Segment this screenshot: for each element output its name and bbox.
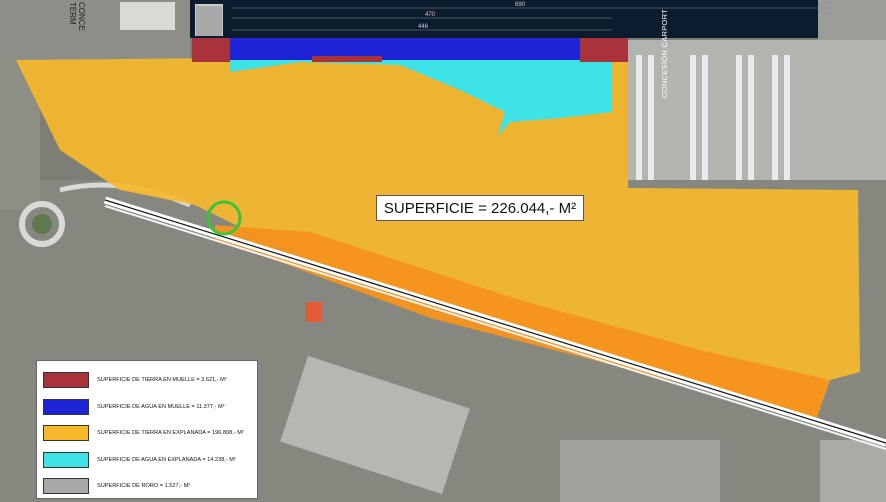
legend-row: SUPERFICIE DE AGUA EN MUELLE = 11.377,- … xyxy=(43,394,251,421)
legend-row: SUPERFICIE DE AGUA EN EXPLANADA = 14.238… xyxy=(43,447,251,474)
land-dock-right xyxy=(580,38,628,62)
lower-right-lot xyxy=(820,440,886,502)
water-dock-area xyxy=(230,38,580,60)
legend-swatch-land-esplanade xyxy=(43,425,89,442)
quay-right xyxy=(818,0,886,40)
legend-swatch-water-esplanade xyxy=(43,451,89,468)
surface-total-callout: SUPERFICIE = 226.044,- M² xyxy=(376,195,584,221)
terminal-label: CONCE TERM xyxy=(68,2,86,31)
dimension-470: 470 xyxy=(425,12,436,18)
land-dock-left xyxy=(192,38,230,62)
legend-label: SUPERFICIE DE TIERRA EN MUELLE = 3.621,-… xyxy=(97,377,227,384)
legend-swatch-land-dock xyxy=(43,372,89,389)
aerial-map: 690 470 446 CONCESIÓN CARPORT CONCE TERM… xyxy=(0,0,886,502)
roundabout-left-center xyxy=(32,214,52,234)
legend-label: SUPERFICIE DE RORO = 1.527,- M² xyxy=(97,483,191,490)
legend-label: SUPERFICIE DE TIERRA EN EXPLANADA = 196.… xyxy=(97,430,244,437)
sea-area xyxy=(190,0,830,38)
legend-swatch-roro xyxy=(43,478,89,495)
legend-row: SUPERFICIE DE TIERRA EN EXPLANADA = 196.… xyxy=(43,420,251,447)
legend-swatch-water-dock xyxy=(43,398,89,415)
dimension-446: 446 xyxy=(418,24,429,30)
small-red-marker xyxy=(306,302,322,322)
carport-label: CONCESIÓN CARPORT xyxy=(660,8,669,98)
legend-label: SUPERFICIE DE AGUA EN EXPLANADA = 14.238… xyxy=(97,456,236,463)
dimension-690: 690 xyxy=(515,2,526,8)
terminal-building xyxy=(120,2,175,30)
legend-row: SUPERFICIE DE TIERRA EN MUELLE = 3.621,-… xyxy=(43,367,251,394)
land-dock-middle xyxy=(312,56,382,62)
legend-label: SUPERFICIE DE AGUA EN MUELLE = 11.377,- … xyxy=(97,403,225,410)
lower-lot xyxy=(560,440,720,502)
legend-row: SUPERFICIE DE RORO = 1.527,- M² xyxy=(43,473,251,500)
legend: SUPERFICIE DE TIERRA EN MUELLE = 3.621,-… xyxy=(36,360,258,499)
roro-area xyxy=(196,6,222,36)
